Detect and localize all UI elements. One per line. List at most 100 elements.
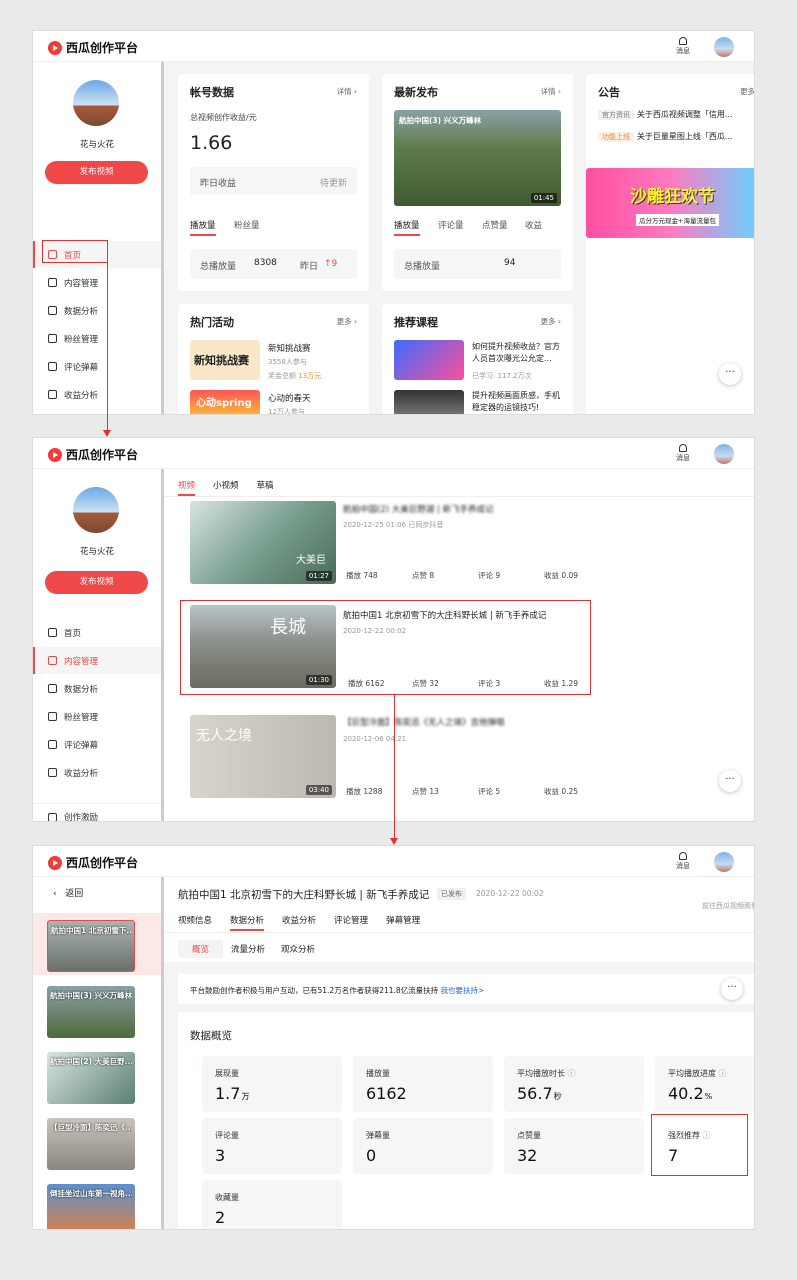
back-button[interactable]: ‹ 返回	[53, 886, 83, 899]
scrollbar[interactable]	[161, 62, 164, 414]
chart-icon	[48, 684, 57, 693]
messages-label: 消息	[676, 454, 690, 462]
subtab-traffic[interactable]: 流量分析	[223, 940, 273, 958]
chart-icon	[48, 306, 57, 315]
video-list-item[interactable]: 【巨型冷面】陈奕迅《...	[47, 1118, 135, 1170]
nav-content[interactable]: 内容管理	[33, 647, 161, 674]
video-title[interactable]: 航拍中国1 北京初雪下的大庄科野长城 | 新飞手养成记	[343, 609, 546, 621]
publish-video-button[interactable]: 发布视频	[45, 161, 148, 184]
messages-button[interactable]: 消息	[676, 852, 690, 871]
course-title[interactable]: 如何提升视频收益？官方人员首次曝光公允定...	[472, 341, 567, 365]
logo-text: 西瓜创作平台	[66, 856, 139, 870]
metric-label-text: 平均播放进度	[668, 1069, 716, 1078]
nav-incentive[interactable]: 创作激励	[33, 803, 161, 821]
publish-video-button[interactable]: 发布视频	[45, 571, 148, 594]
course-thumbnail[interactable]	[394, 340, 464, 380]
tab-comment[interactable]: 评论量	[438, 219, 464, 231]
tab-video[interactable]: 视频	[178, 481, 196, 496]
logo-icon	[48, 855, 62, 870]
notice-text: 平台鼓励创作者积极与用户互动，已有51.2万名作者获得211.8亿流量扶持 我也…	[190, 985, 484, 996]
info-icon[interactable]: ⓘ	[703, 1131, 711, 1140]
video-thumbnail[interactable]: 无人之境 03:40	[190, 715, 336, 798]
detail-link[interactable]: 详情 ›	[541, 86, 561, 97]
nav-fans[interactable]: 粉丝管理	[33, 325, 161, 352]
video-title[interactable]: 【巨型冷面】陈奕迅《无人之境》吉他弹唱	[343, 716, 505, 728]
chat-float-button[interactable]: ···	[719, 770, 741, 792]
nav-home[interactable]: 首页	[33, 619, 161, 646]
tab-like[interactable]: 点赞量	[482, 219, 508, 231]
nav-analytics[interactable]: 数据分析	[33, 297, 161, 324]
tab-income[interactable]: 收益	[525, 219, 542, 231]
tab-comment-management[interactable]: 评论管理	[334, 916, 368, 926]
avatar[interactable]	[714, 444, 734, 464]
nav-fans[interactable]: 粉丝管理	[33, 703, 161, 730]
video-list-item[interactable]: 航拍中国(3) 兴义万峰林	[47, 986, 135, 1038]
tab-video-info[interactable]: 视频信息	[178, 916, 212, 926]
subtab-audience[interactable]: 观众分析	[273, 940, 323, 958]
nav-analytics[interactable]: 数据分析	[33, 675, 161, 702]
notice-item[interactable]: 官方资讯 关于西瓜视频调整「信用...	[598, 109, 733, 120]
metric-impressions: 展现量 1.7万	[202, 1056, 342, 1112]
messages-button[interactable]: 消息	[676, 37, 690, 56]
notice-item[interactable]: 功能上线 关于巨量星图上线「西瓜...	[598, 131, 733, 142]
video-list-item[interactable]: 航拍中国1 北京初雪下...	[47, 920, 135, 972]
nav-comments[interactable]: 评论弹幕	[33, 731, 161, 758]
nav-income[interactable]: 收益分析	[33, 381, 161, 408]
home-icon	[48, 250, 57, 259]
tab-play[interactable]: 播放量	[394, 219, 420, 236]
tab-income-analysis[interactable]: 收益分析	[282, 916, 316, 926]
video-thumbnail[interactable]: 長城 01:30	[190, 605, 336, 688]
logo[interactable]: 西瓜创作平台	[48, 446, 138, 463]
messages-button[interactable]: 消息	[676, 444, 690, 463]
nav-content[interactable]: 内容管理	[33, 269, 161, 296]
chat-float-button[interactable]: ···	[721, 978, 743, 1000]
event-thumbnail[interactable]: 心动spring	[190, 390, 260, 414]
event-participants: 3558人参与	[268, 358, 307, 366]
duration: 01:45	[530, 193, 557, 203]
logo[interactable]: 西瓜创作平台	[48, 854, 138, 871]
avatar[interactable]	[714, 37, 734, 57]
more-link[interactable]: 更多 ›	[337, 316, 357, 327]
sync-status: 已同步抖音	[408, 521, 444, 529]
more-link[interactable]: 更多	[740, 86, 754, 97]
sidebar: 花与火花 发布视频 首页 内容管理 数据分析 粉丝管理 评论弹幕 收益分析 创作…	[33, 469, 161, 821]
video-title[interactable]: 航拍中国(2) 大美巨野湖 | 新飞手养成记	[343, 503, 494, 515]
video-thumbnail[interactable]: 大美巨 01:27	[190, 501, 336, 584]
support-link[interactable]: 我也要扶持>	[441, 986, 485, 995]
subtab-overview[interactable]: 概览	[178, 940, 224, 958]
detail-link[interactable]: 详情 ›	[337, 86, 357, 97]
goto-link[interactable]: 前往西瓜视频观看	[702, 901, 754, 911]
event-name[interactable]: 新知挑战赛	[268, 342, 311, 354]
nav-comments[interactable]: 评论弹幕	[33, 353, 161, 380]
user-avatar[interactable]	[73, 80, 119, 126]
avatar[interactable]	[714, 852, 734, 872]
course-title[interactable]: 提升视频画面质感，手机稳定器的运镜技巧!	[472, 390, 567, 414]
chat-float-button[interactable]: ···	[719, 363, 741, 385]
latest-video-thumbnail[interactable]: 航拍中国(3) 兴义万峰林 01:45	[394, 110, 561, 206]
logo[interactable]: 西瓜创作平台	[48, 39, 138, 56]
detail-text: 详情	[540, 87, 556, 96]
course-thumbnail[interactable]	[394, 390, 464, 414]
tab-fans[interactable]: 粉丝量	[234, 219, 260, 231]
metric-comments: 评论量 3	[202, 1118, 342, 1174]
tab-draft[interactable]: 草稿	[257, 481, 274, 491]
card-title: 热门活动	[190, 316, 234, 329]
tab-short-video[interactable]: 小视频	[213, 481, 239, 491]
video-list-item[interactable]: 倒挂坐过山车第一视角...	[47, 1184, 135, 1229]
flow-arrow	[394, 694, 396, 838]
event-banner[interactable]: 沙雕狂欢节 瓜分万元现金+海量流量包	[586, 168, 754, 238]
video-list-item[interactable]: 航拍中国(2) 大美巨野...	[47, 1052, 135, 1104]
metric-value: 6162	[366, 1084, 407, 1103]
user-avatar[interactable]	[73, 487, 119, 533]
metric-value: 56.7秒	[517, 1084, 562, 1103]
event-name[interactable]: 心动的春天	[268, 392, 311, 404]
event-thumbnail[interactable]: 新知挑战赛	[190, 340, 260, 380]
nav-home[interactable]: 首页	[33, 241, 161, 268]
more-link[interactable]: 更多 ›	[541, 316, 561, 327]
nav-income[interactable]: 收益分析	[33, 759, 161, 786]
info-icon[interactable]: ⓘ	[719, 1069, 727, 1078]
tab-danmaku-management[interactable]: 弹幕管理	[386, 916, 420, 926]
tab-play[interactable]: 播放量	[190, 219, 216, 236]
tab-data-analysis[interactable]: 数据分析	[230, 916, 265, 931]
info-icon[interactable]: ⓘ	[568, 1069, 576, 1078]
